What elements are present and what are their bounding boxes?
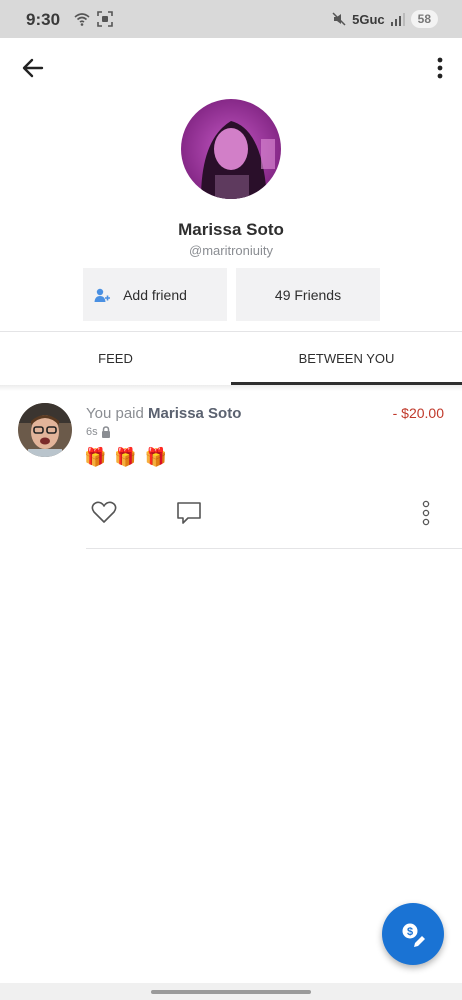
story-amount: - $20.00 (392, 405, 444, 421)
profile-name: Marissa Soto (178, 220, 284, 239)
lock-icon (101, 426, 110, 438)
tab-between-you[interactable]: BETWEEN YOU (231, 332, 462, 384)
back-arrow-icon[interactable] (20, 56, 46, 80)
tab-between-you-label: BETWEEN YOU (298, 350, 395, 366)
svg-text:$: $ (407, 926, 413, 938)
story-note: 🎁 🎁 🎁 (84, 447, 167, 468)
status-right: 5Guc 58 (332, 10, 438, 28)
tab-shadow (0, 385, 462, 391)
story-prefix: You paid (86, 405, 149, 422)
story-time-row: 6s (86, 426, 111, 438)
screenshot-icon (97, 11, 113, 27)
gift-emoji: 🎁 (114, 447, 137, 467)
add-friend-button[interactable]: Add friend (83, 268, 227, 321)
comment-bubble-icon[interactable] (176, 500, 202, 526)
profile-avatar (181, 99, 281, 199)
story-avatar[interactable] (18, 403, 72, 457)
network-label: 5Guc (352, 11, 385, 27)
status-bar: 9:30 5Guc 58 (0, 0, 462, 38)
more-vertical-icon[interactable] (436, 56, 444, 80)
story-title: You paid Marissa Soto (86, 405, 241, 422)
gift-emoji: 🎁 (84, 447, 107, 467)
story-more-icon[interactable] (420, 500, 432, 526)
pay-request-button[interactable]: $ (382, 903, 444, 965)
battery-indicator: 58 (410, 10, 438, 28)
story-time: 6s (86, 426, 98, 438)
status-left-icons (73, 11, 113, 27)
story-divider (86, 548, 462, 549)
mute-icon (332, 12, 346, 26)
friends-count-label: 49 Friends (274, 286, 342, 303)
like-heart-icon[interactable] (91, 500, 117, 524)
add-friend-label: Add friend (123, 286, 187, 303)
gift-emoji: 🎁 (144, 447, 168, 467)
tab-feed[interactable]: FEED (0, 332, 231, 384)
signal-icon (390, 12, 405, 26)
pay-request-icon: $ (402, 923, 425, 947)
friends-count-button[interactable]: 49 Friends (236, 268, 380, 321)
add-person-icon (94, 288, 110, 302)
home-gesture-pill[interactable] (151, 990, 311, 994)
story-recipient[interactable]: Marissa Soto (148, 405, 241, 422)
wifi-calling-icon (74, 13, 90, 26)
status-time: 9:30 (26, 10, 61, 29)
tab-feed-label: FEED (98, 350, 133, 366)
profile-handle: @maritroniuity (189, 243, 273, 258)
